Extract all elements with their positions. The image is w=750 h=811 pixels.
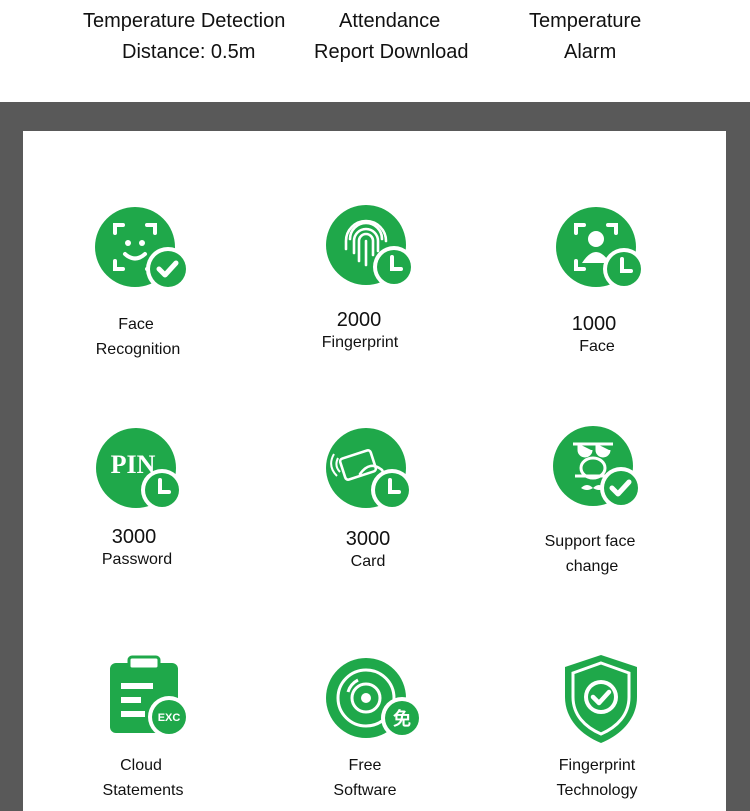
top-feature-2-line2: Report Download <box>314 41 469 63</box>
feature-2-line2: Fingerprint <box>321 334 399 351</box>
face-change-icon <box>553 426 642 509</box>
feature-7-line2: Statements <box>102 782 184 799</box>
card-icon <box>326 428 413 511</box>
feature-panel: Face Recognition 2000 Fingerprint 1000 F… <box>23 131 726 811</box>
pin-icon: PIN <box>96 428 183 511</box>
feature-4-line2: Password <box>101 551 173 568</box>
exc-icon-text: EXC <box>158 712 181 724</box>
feature-1-line2: Recognition <box>95 341 181 358</box>
feature-3-line2: Face <box>579 338 615 355</box>
feature-9-line2: Technology <box>556 782 638 799</box>
feature-9-line1: Fingerprint <box>558 757 636 774</box>
face-recognition-icon <box>95 207 190 291</box>
fingerprint-technology-icon <box>565 655 637 743</box>
top-feature-2-line1: Attendance <box>339 10 441 32</box>
free-software-icon: 免 <box>326 658 423 739</box>
top-feature-1-line2: Distance: 0.5m <box>122 41 256 63</box>
cloud-statements-icon: EXC <box>110 655 190 738</box>
feature-7-line1: Cloud <box>120 757 162 774</box>
feature-8-line1: Free <box>348 757 382 774</box>
feature-6-line1: Support face <box>544 533 636 550</box>
top-feature-strip: Temperature Detection Distance: 0.5m Att… <box>0 0 750 102</box>
top-feature-3-line1: Temperature <box>529 10 642 32</box>
fingerprint-icon <box>326 205 415 288</box>
feature-6-line2: change <box>565 558 619 575</box>
feature-1-line1: Face <box>118 316 154 333</box>
top-feature-3-line2: Alarm <box>564 41 617 63</box>
face-capacity-icon <box>556 207 645 290</box>
feature-5-line2: Card <box>350 553 386 570</box>
free-icon-text: 免 <box>393 708 411 730</box>
top-feature-1-line1: Temperature Detection <box>83 10 286 32</box>
feature-8-line2: Software <box>333 782 397 799</box>
